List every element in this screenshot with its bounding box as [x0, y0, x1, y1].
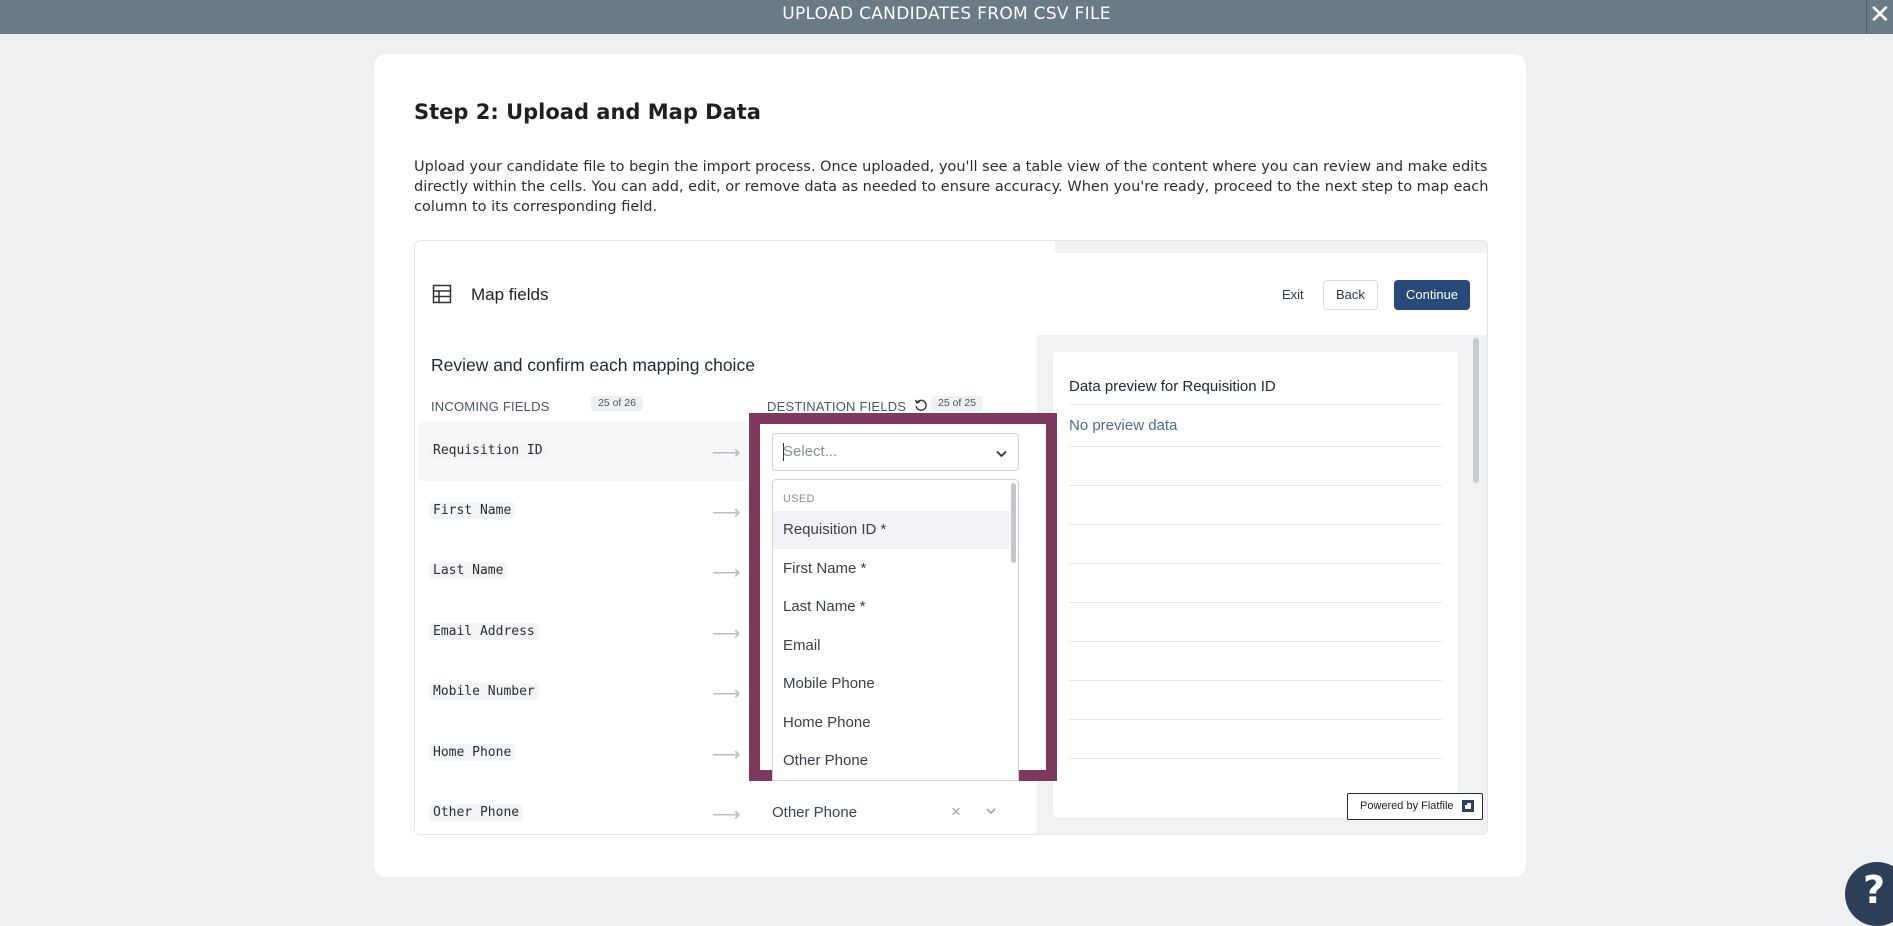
- reset-icon[interactable]: [914, 398, 928, 412]
- flatfile-logo-icon: [1461, 800, 1474, 812]
- modal-header: UPLOAD CANDIDATES FROM CSV FILE ✕: [0, 0, 1893, 34]
- step-description: Upload your candidate file to begin the …: [414, 159, 1489, 215]
- arrow-right-icon: ⟶: [712, 502, 741, 524]
- powered-by-label: Powered by Flatfile: [1360, 800, 1454, 812]
- destination-dropdown-menu: USED Requisition ID * First Name * Last …: [772, 479, 1019, 781]
- continue-button[interactable]: Continue: [1394, 280, 1471, 310]
- preview-title: Data preview for Requisition ID: [1069, 378, 1276, 395]
- arrow-right-icon: ⟶: [712, 442, 741, 464]
- incoming-field-label: Email Address: [429, 623, 539, 640]
- back-button[interactable]: Back: [1323, 280, 1378, 310]
- chevron-down-icon[interactable]: [985, 805, 997, 817]
- dropdown-option[interactable]: First Name *: [773, 550, 1009, 588]
- incoming-fields-header: INCOMING FIELDS: [431, 399, 550, 414]
- close-icon[interactable]: ✕: [1866, 0, 1893, 34]
- incoming-field-label: Mobile Number: [429, 683, 539, 700]
- arrow-right-icon: ⟶: [712, 562, 741, 584]
- incoming-field-label: Home Phone: [429, 744, 516, 761]
- step-title: Step 2: Upload and Map Data: [414, 100, 761, 124]
- select-placeholder: Select...: [783, 443, 838, 460]
- table-icon: [432, 284, 452, 304]
- arrow-right-icon: ⟶: [712, 744, 741, 766]
- dropdown-option[interactable]: Other Phone: [773, 742, 1009, 780]
- help-label: ?: [1863, 868, 1886, 912]
- destination-select[interactable]: Select...: [772, 433, 1019, 471]
- dropdown-option[interactable]: Home Phone: [773, 704, 1009, 742]
- help-icon[interactable]: ?: [1845, 862, 1893, 926]
- dropdown-option[interactable]: Mobile Phone: [773, 665, 1009, 703]
- destination-field-value[interactable]: Other Phone: [772, 804, 857, 821]
- arrow-right-icon: ⟶: [712, 804, 741, 826]
- arrow-right-icon: ⟶: [712, 683, 741, 705]
- incoming-field-label: Other Phone: [429, 804, 524, 821]
- review-title: Review and confirm each mapping choice: [431, 355, 755, 375]
- chevron-down-icon[interactable]: [995, 447, 1008, 460]
- modal-title: UPLOAD CANDIDATES FROM CSV FILE: [782, 4, 1111, 24]
- mapping-row[interactable]: Other Phone ⟶ Other Phone ×: [419, 783, 1037, 834]
- map-fields-title: Map fields: [471, 285, 549, 304]
- map-fields-header: Map fields Exit Back Continue: [415, 253, 1487, 335]
- incoming-field-label: Requisition ID: [429, 442, 547, 459]
- dropdown-option[interactable]: Last Name *: [773, 588, 1009, 626]
- dropdown-option[interactable]: Email: [773, 627, 1009, 665]
- powered-by-flatfile-badge[interactable]: Powered by Flatfile: [1347, 793, 1483, 820]
- preview-pane: Data preview for Requisition ID No previ…: [1037, 335, 1487, 834]
- destination-fields-header: DESTINATION FIELDS: [767, 399, 907, 414]
- clear-icon[interactable]: ×: [951, 802, 961, 822]
- incoming-count-badge: 25 of 26: [591, 396, 643, 411]
- dropdown-scrollbar[interactable]: [1011, 483, 1016, 563]
- incoming-field-label: First Name: [429, 502, 516, 519]
- dropdown-option[interactable]: Requisition ID *: [773, 511, 1009, 549]
- dropdown-section-label: USED: [783, 493, 815, 505]
- preview-scrollbar[interactable]: [1473, 338, 1479, 483]
- preview-empty-text: No preview data: [1069, 417, 1178, 434]
- incoming-field-label: Last Name: [429, 562, 508, 579]
- exit-button[interactable]: Exit: [1270, 280, 1316, 310]
- arrow-right-icon: ⟶: [712, 623, 741, 645]
- destination-count-badge: 25 of 25: [931, 396, 983, 411]
- data-preview-card: Data preview for Requisition ID No previ…: [1053, 352, 1458, 818]
